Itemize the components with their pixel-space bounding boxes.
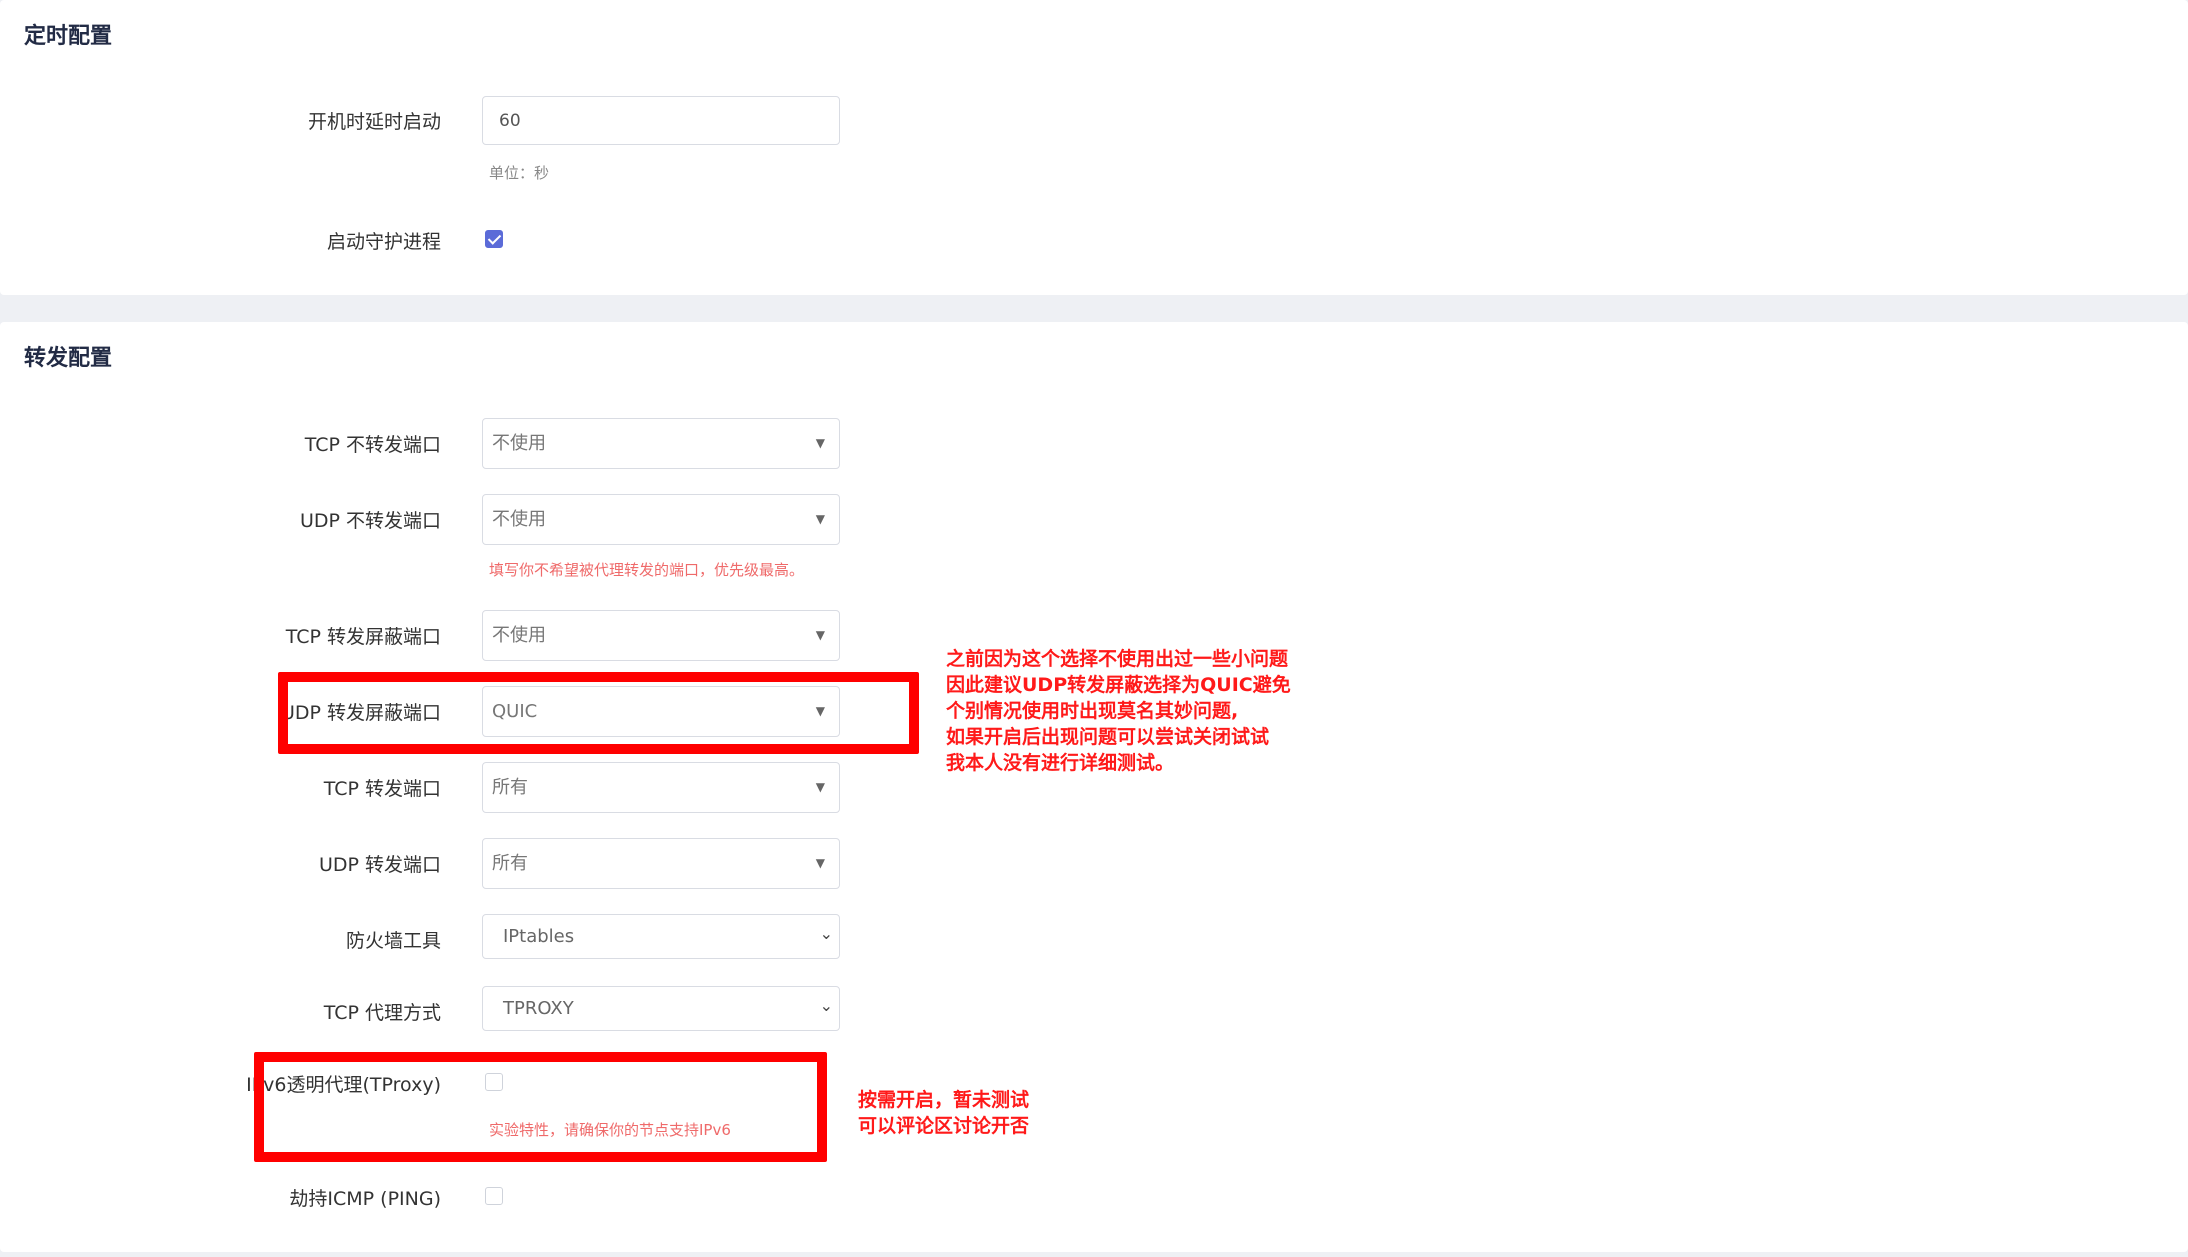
tcp-forward-value: 所有	[492, 777, 528, 798]
tcp-block-value: 不使用	[492, 625, 546, 646]
tcp-proxy-mode-label: TCP 代理方式	[323, 1002, 441, 1024]
annotation-ipv6-note: 按需开启，暂未测试 可以评论区讨论开否	[858, 1087, 1029, 1139]
caret-down-icon: ▼	[815, 780, 825, 794]
udp-forward-label: UDP 转发端口	[318, 854, 441, 876]
annotation-line: 如果开启后出现问题可以尝试关闭试试	[946, 726, 1270, 748]
tcp-forward-label: TCP 转发端口	[323, 778, 441, 800]
firewall-value: IPtables	[503, 926, 575, 947]
annotation-line: 可以评论区讨论开否	[858, 1115, 1030, 1137]
udp-no-forward-label: UDP 不转发端口	[299, 510, 441, 532]
highlight-box-udp-block	[278, 672, 919, 754]
caret-down-icon: ▼	[815, 436, 825, 450]
tcp-no-forward-select[interactable]: 不使用 ▼	[482, 418, 840, 469]
section-title-forward: 转发配置	[24, 346, 113, 371]
section-title-timer: 定时配置	[24, 24, 113, 49]
annotation-line: 因此建议UDP转发屏蔽选择为QUIC避免	[946, 674, 1291, 696]
tcp-block-select[interactable]: 不使用 ▼	[482, 610, 840, 661]
udp-forward-select[interactable]: 所有 ▼	[482, 838, 840, 889]
tcp-no-forward-value: 不使用	[492, 433, 546, 454]
tcp-no-forward-label: TCP 不转发端口	[304, 434, 441, 456]
udp-forward-value: 所有	[492, 853, 528, 874]
chevron-down-icon: ⌄	[819, 996, 833, 1015]
firewall-label: 防火墙工具	[345, 930, 441, 952]
boot-delay-unit-hint: 单位：秒	[489, 164, 550, 182]
icmp-label: 劫持ICMP (PING)	[289, 1188, 441, 1210]
tcp-proxy-mode-value: TPROXY	[503, 998, 574, 1019]
boot-delay-input[interactable]	[482, 96, 840, 145]
highlight-box-ipv6	[254, 1052, 827, 1162]
chevron-down-icon: ⌄	[819, 924, 833, 943]
firewall-select[interactable]: IPtables ⌄	[482, 914, 840, 959]
annotation-line: 个别情况使用时出现莫名其妙问题,	[946, 700, 1239, 722]
caret-down-icon: ▼	[815, 512, 825, 526]
annotation-line: 之前因为这个选择不使用出过一些小问题	[946, 648, 1289, 670]
tcp-block-label: TCP 转发屏蔽端口	[285, 626, 441, 648]
tcp-proxy-mode-select[interactable]: TPROXY ⌄	[482, 986, 840, 1031]
daemon-checkbox[interactable]	[485, 230, 503, 248]
udp-no-forward-value: 不使用	[492, 509, 546, 530]
tcp-forward-select[interactable]: 所有 ▼	[482, 762, 840, 813]
udp-no-forward-select[interactable]: 不使用 ▼	[482, 494, 840, 545]
icmp-checkbox[interactable]	[485, 1187, 503, 1205]
caret-down-icon: ▼	[815, 856, 825, 870]
annotation-line: 按需开启，暂未测试	[858, 1089, 1030, 1111]
boot-delay-label: 开机时延时启动	[307, 111, 441, 133]
timer-config-panel: 定时配置 开机时延时启动 单位：秒 启动守护进程	[0, 0, 2188, 295]
udp-no-forward-hint: 填写你不希望被代理转发的端口，优先级最高。	[489, 561, 805, 579]
annotation-line: 我本人没有进行详细测试。	[946, 752, 1175, 774]
daemon-label: 启动守护进程	[326, 231, 441, 253]
annotation-udp-note: 之前因为这个选择不使用出过一些小问题 因此建议UDP转发屏蔽选择为QUIC避免 …	[946, 646, 1291, 776]
caret-down-icon: ▼	[815, 628, 825, 642]
